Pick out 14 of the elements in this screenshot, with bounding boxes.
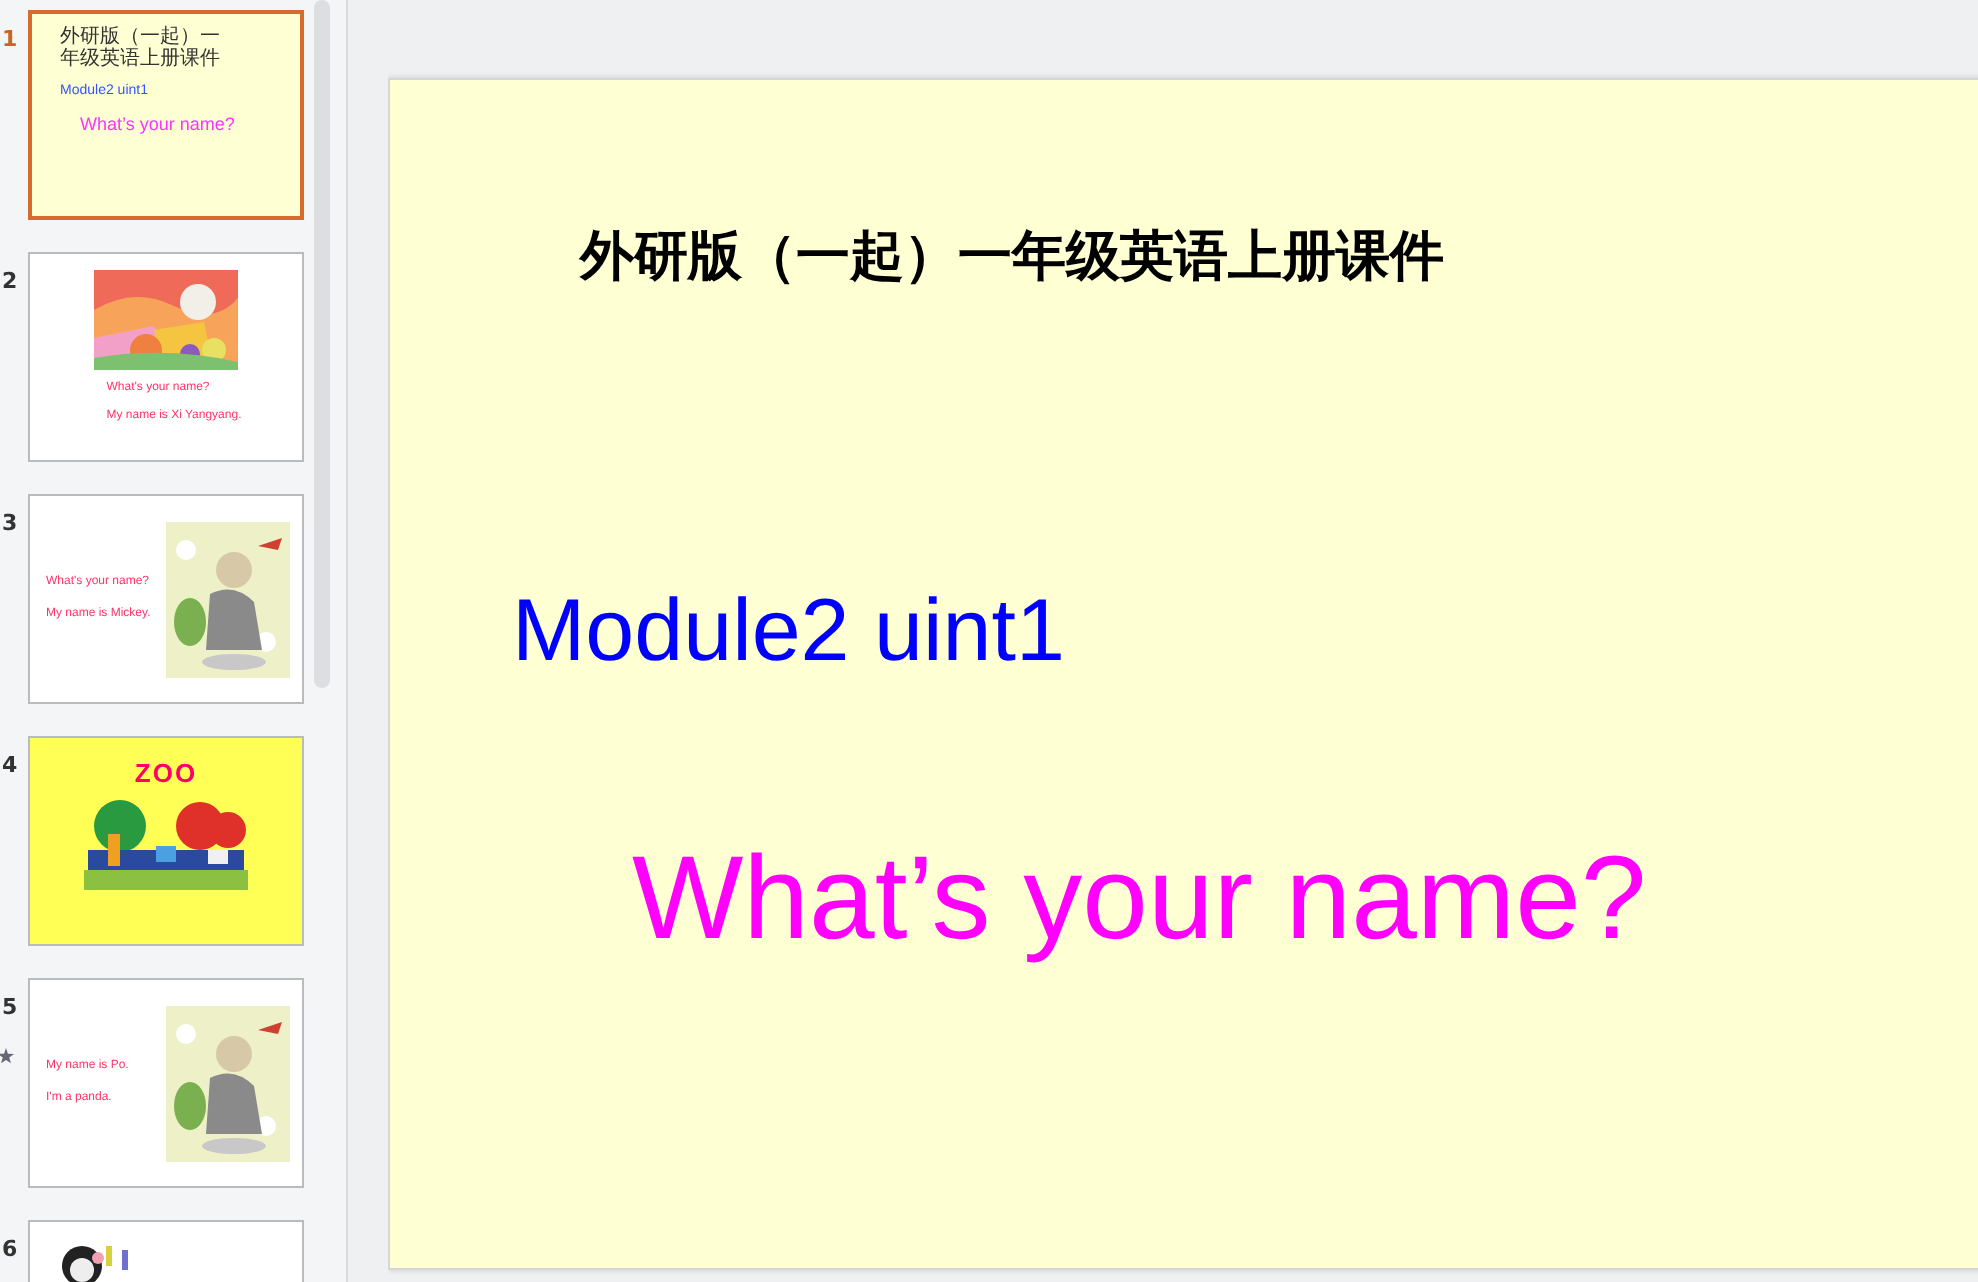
slide-text: 外研版（一起）一年级英语上册课件	[60, 26, 222, 70]
slide-thumbnail[interactable]: ZOO	[28, 736, 304, 946]
slide-number: 1	[0, 24, 18, 52]
scrollbar-thumb[interactable]	[314, 0, 330, 688]
slide-number: 4	[0, 750, 18, 778]
slide-subtitle: Module2 uint1	[512, 582, 1067, 682]
slide-number: 5	[0, 992, 18, 1020]
slide-number: 3	[0, 508, 18, 536]
slide-title: 外研版（一起）一年级英语上册课件	[580, 224, 1446, 292]
slide-text: What’s your name?	[78, 114, 237, 137]
slide-text: ZOO	[134, 758, 198, 790]
slide-number: 6	[0, 1234, 18, 1262]
slide-number: 2	[0, 266, 18, 294]
slide-heading: What’s your name?	[632, 830, 1649, 966]
